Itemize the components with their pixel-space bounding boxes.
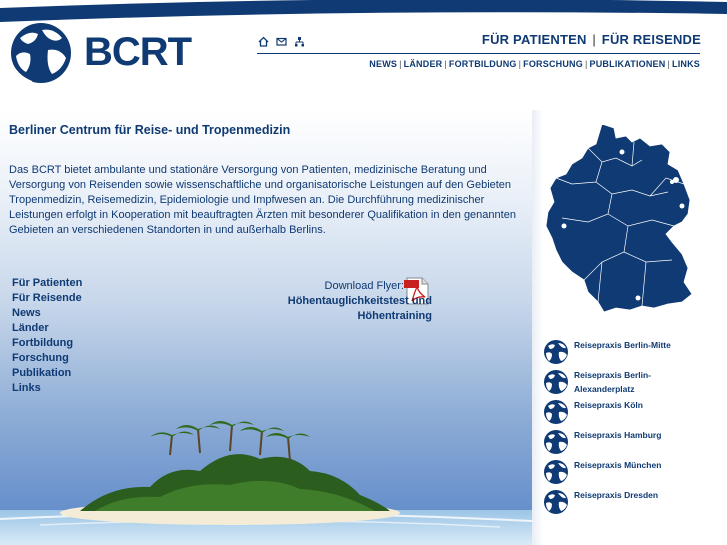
leftnav-fortbildung[interactable]: Fortbildung <box>12 336 82 351</box>
download-link-line-1[interactable]: Höhentauglichkeitstest und <box>288 294 432 309</box>
globe-icon <box>544 370 568 394</box>
globe-icon <box>544 430 568 454</box>
clinic-label: Reisepraxis Berlin-Alexanderplatz <box>574 370 652 394</box>
clinic-item-hamburg[interactable]: Reisepraxis Hamburg <box>542 428 722 458</box>
nav-links[interactable]: LINKS <box>672 59 700 69</box>
globe-icon <box>544 340 568 364</box>
sitemap-icon[interactable] <box>294 34 305 47</box>
download-link-line-2[interactable]: Höhentraining <box>288 309 432 324</box>
link-fuer-patienten[interactable]: FÜR PATIENTEN <box>482 32 587 47</box>
nav-laender[interactable]: LÄNDER <box>404 59 443 69</box>
page-title: Berliner Centrum für Reise- und Tropenme… <box>9 123 291 137</box>
clinic-item-berlin-alexanderplatz[interactable]: Reisepraxis Berlin-Alexanderplatz <box>542 368 722 398</box>
download-label: Download Flyer: <box>324 280 404 292</box>
clinic-item-berlin-mitte[interactable]: Reisepraxis Berlin-Mitte <box>542 338 722 368</box>
main-content: Berliner Centrum für Reise- und Tropenme… <box>0 110 532 545</box>
audience-separator: | <box>592 32 596 47</box>
clinic-label: Reisepraxis Hamburg <box>574 430 662 440</box>
globe-icon <box>544 490 568 514</box>
clinic-list: Reisepraxis Berlin-Mitte Reisepraxis Ber… <box>542 338 722 518</box>
leftnav-fuer-reisende[interactable]: Für Reisende <box>12 291 82 306</box>
bcrt-logo[interactable]: BCRT <box>8 22 192 86</box>
link-fuer-reisende[interactable]: FÜR REISENDE <box>602 32 701 47</box>
nav-forschung[interactable]: FORSCHUNG <box>523 59 583 69</box>
clinic-label: Reisepraxis Berlin-Mitte <box>574 340 671 350</box>
island-illustration <box>0 415 532 545</box>
top-navigation: NEWS | LÄNDER | FORTBILDUNG | FORSCHUNG | PUBLIK… <box>369 59 700 69</box>
header-divider <box>257 53 700 54</box>
leftnav-publikation[interactable]: Publikation <box>12 366 82 381</box>
leftnav-laender[interactable]: Länder <box>12 321 82 336</box>
leftnav-links[interactable]: Links <box>12 381 82 396</box>
germany-map[interactable] <box>542 122 712 322</box>
globe-icon <box>544 460 568 484</box>
clinic-label: Reisepraxis München <box>574 460 662 470</box>
home-icon[interactable] <box>258 34 269 47</box>
globe-logo-icon <box>9 23 71 83</box>
nav-publikationen[interactable]: PUBLIKATIONEN <box>590 59 666 69</box>
header-icons <box>258 34 305 47</box>
clinic-label: Reisepraxis Köln <box>574 400 643 410</box>
clinic-item-koeln[interactable]: Reisepraxis Köln <box>542 398 722 428</box>
leftnav-fuer-patienten[interactable]: Für Patienten <box>12 276 82 291</box>
download-flyer: Download Flyer: Höhentauglichkeitstest u… <box>288 279 432 324</box>
nav-fortbildung[interactable]: FORTBILDUNG <box>449 59 517 69</box>
top-band <box>0 0 727 22</box>
sidebar: Reisepraxis Berlin-Mitte Reisepraxis Ber… <box>532 110 727 545</box>
nav-news[interactable]: NEWS <box>369 59 397 69</box>
leftnav-forschung[interactable]: Forschung <box>12 351 82 366</box>
clinic-item-muenchen[interactable]: Reisepraxis München <box>542 458 722 488</box>
audience-links: FÜR PATIENTEN | FÜR REISENDE <box>482 32 701 47</box>
mail-icon[interactable] <box>276 34 287 46</box>
leftnav-news[interactable]: News <box>12 306 82 321</box>
clinic-label: Reisepraxis Dresden <box>574 490 659 500</box>
intro-text: Das BCRT bietet ambulante und stationäre… <box>9 164 516 236</box>
logo-text: BCRT <box>84 30 192 74</box>
site-header: BCRT FÜR PATIENTEN | FÜR REISENDE NEWS | L… <box>0 22 727 110</box>
clinic-item-dresden[interactable]: Reisepraxis Dresden <box>542 488 722 518</box>
left-navigation: Für Patienten Für Reisende News Länder F… <box>12 276 82 396</box>
globe-icon <box>544 400 568 424</box>
